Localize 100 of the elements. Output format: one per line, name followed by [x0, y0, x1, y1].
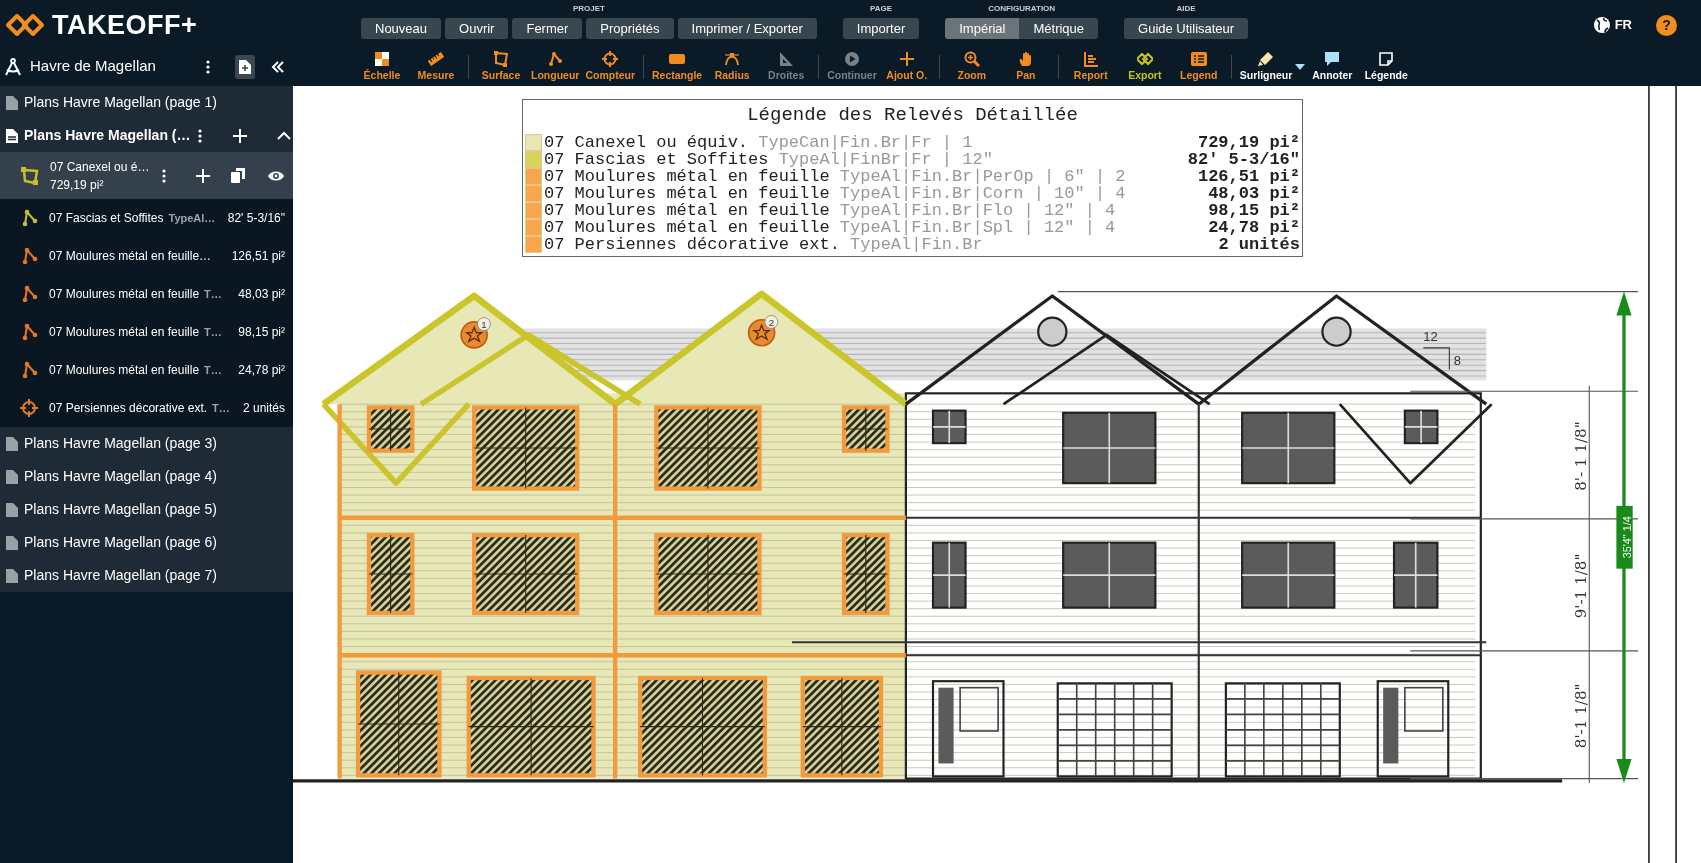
bezier-curve-icon: [724, 51, 741, 68]
add-page-button[interactable]: [235, 54, 255, 79]
tool-button[interactable]: Échelle: [355, 49, 409, 84]
copy-icon: [231, 168, 246, 183]
language-label[interactable]: FR: [1614, 15, 1632, 35]
collapse-button[interactable]: [276, 130, 291, 141]
file-plus-icon: [239, 59, 251, 74]
measurement-item[interactable]: 07 Moulures métal en feuille T… 98,15 pi²: [0, 313, 293, 351]
measurement-name: 07 Moulures métal en feuille…: [49, 248, 212, 265]
tool-button[interactable]: Légende: [1359, 49, 1414, 84]
more-button[interactable]: [205, 58, 211, 75]
tool-button[interactable]: Legend: [1171, 49, 1226, 84]
document-icon: [6, 535, 18, 550]
polygon-icon: [493, 51, 509, 68]
tool-button[interactable]: Rectangle: [649, 49, 706, 84]
menu-button[interactable]: Imprimer / Exporter: [677, 18, 817, 39]
eye-icon: [267, 169, 285, 182]
legend-item-value: 48,03 pi²: [1208, 185, 1300, 202]
measurement-item[interactable]: 07 Moulures métal en feuille… 126,51 pi²: [0, 237, 293, 275]
menu-button[interactable]: Fermer: [512, 18, 583, 39]
double-diamond-icon: [1136, 51, 1153, 68]
menu-button[interactable]: Nouveau: [361, 18, 442, 39]
measurement-name: 07 Canexel ou é…: [50, 158, 150, 176]
unit-toggle-button[interactable]: Métrique: [1019, 18, 1099, 39]
measurement-value: 98,15 pi²: [238, 324, 285, 341]
counter-number: 2: [768, 316, 775, 328]
highlighter-icon: [1258, 51, 1275, 68]
more-button[interactable]: [196, 127, 203, 144]
measurement-value: 2 unités: [242, 400, 285, 417]
measurement-type: T…: [204, 286, 222, 302]
legend-title: Légende des Relevés Détaillée: [746, 104, 1079, 126]
tool-button[interactable]: Pan: [998, 49, 1053, 84]
list-icon: [1190, 51, 1207, 68]
counter-marker: [460, 317, 491, 349]
tool-button[interactable]: Report: [1063, 49, 1118, 84]
logo-icon: [6, 14, 44, 36]
measurement-item[interactable]: 07 Persiennes décorative ext. T… 2 unités: [0, 389, 293, 427]
measurement-item[interactable]: 07 Canexel ou é… 729,19 pi²: [0, 152, 293, 199]
measurement-type: T…: [204, 324, 222, 340]
measurement-type: T…: [212, 400, 230, 416]
zoom-in-icon: [963, 51, 980, 68]
roof-pitch-label: 12: [1423, 329, 1438, 345]
tool-button[interactable]: Mesure: [409, 49, 463, 84]
legend-item-detail: TypeAl|Fin.Br|Spl | 12" | 4: [839, 219, 1116, 236]
menu-button[interactable]: Ouvrir: [445, 18, 509, 39]
tool-button[interactable]: Longueur: [528, 49, 583, 84]
menu-group-label: CONFIGURATION: [988, 4, 1056, 14]
tool-button[interactable]: Export: [1117, 49, 1172, 84]
legend-item-value: 2 unités: [1218, 236, 1300, 253]
measurement-item[interactable]: 07 Moulures métal en feuille T… 48,03 pi²: [0, 275, 293, 313]
menu-button[interactable]: Guide Utilisateur: [1124, 18, 1249, 39]
menu-button[interactable]: Importer: [842, 18, 920, 39]
legend-item-detail: TypeAl|Fin.Br|PerOp | 6" | 2: [839, 168, 1126, 185]
drafting-compass-icon: [4, 57, 22, 76]
help-button[interactable]: ?: [1656, 14, 1677, 36]
add-button[interactable]: [196, 168, 210, 183]
checker-square-icon: [374, 51, 390, 68]
tool-button[interactable]: Annoter: [1305, 49, 1360, 84]
dimension-label: 8'- 1 1/8": [1572, 421, 1590, 491]
tool-button[interactable]: Surligneur: [1236, 49, 1296, 84]
legend-item-detail: TypeAl|Fin.Br|Flo | 12" | 4: [839, 202, 1116, 219]
legend-item-name: 07 Moulures métal en feuille: [544, 202, 830, 219]
note-icon: [1378, 51, 1395, 68]
double-chevron-left-icon: [271, 59, 285, 74]
legend-item-value: 126,51 pi²: [1197, 168, 1300, 185]
measurement-name: 07 Moulures métal en feuille: [49, 362, 200, 379]
measurement-item[interactable]: 07 Moulures métal en feuille T… 24,78 pi²: [0, 351, 293, 389]
legend-item-value: 82' 5-3/16": [1187, 151, 1300, 168]
legend-item-name: 07 Moulures métal en feuille: [544, 185, 830, 202]
menu-group-label: PROJET: [572, 4, 605, 14]
tool-button[interactable]: Ajout O.: [879, 49, 934, 84]
visibility-button[interactable]: [267, 169, 285, 182]
measurement-name: 07 Persiennes décorative ext.: [49, 400, 208, 417]
kebab-icon: [196, 127, 203, 144]
tool-button[interactable]: Zoom: [944, 49, 999, 84]
add-button[interactable]: [232, 128, 247, 143]
measurement-type: TypeAl…: [168, 210, 216, 226]
bar-chart-icon: [1082, 51, 1099, 68]
measurement-type: T…: [204, 362, 222, 378]
collapse-button[interactable]: [271, 59, 285, 74]
chevron-up-icon: [276, 130, 291, 141]
kebab-icon: [205, 58, 211, 75]
legend-item-name: 07 Persiennes décorative ext.: [544, 236, 840, 253]
counter-number: 1: [481, 318, 487, 330]
plus-icon: [232, 128, 247, 143]
duplicate-button[interactable]: [231, 168, 246, 183]
hand-icon: [1017, 51, 1034, 68]
tool-button[interactable]: Radius: [705, 49, 760, 84]
tool-button[interactable]: Surface: [474, 49, 528, 84]
crosshair-icon: [602, 51, 619, 68]
more-button[interactable]: [161, 167, 167, 184]
legend-item-detail: TypeAl|Fin.Br|Corn | 10" | 4: [839, 185, 1126, 202]
tool-button[interactable]: Compteur: [582, 49, 638, 84]
total-dimension-label: 35'4" 1/4: [1621, 516, 1634, 559]
unit-toggle-button[interactable]: Impérial: [945, 18, 1020, 39]
measurement-item[interactable]: 07 Fascias et Soffites TypeAl… 82' 5-3/16": [0, 199, 293, 237]
menu-button[interactable]: Propriétés: [586, 18, 674, 39]
kebab-icon: [161, 167, 167, 184]
measurement-value: 729,19 pi²: [50, 176, 105, 194]
legend-item-name: 07 Fascias et Soffites: [544, 151, 769, 168]
